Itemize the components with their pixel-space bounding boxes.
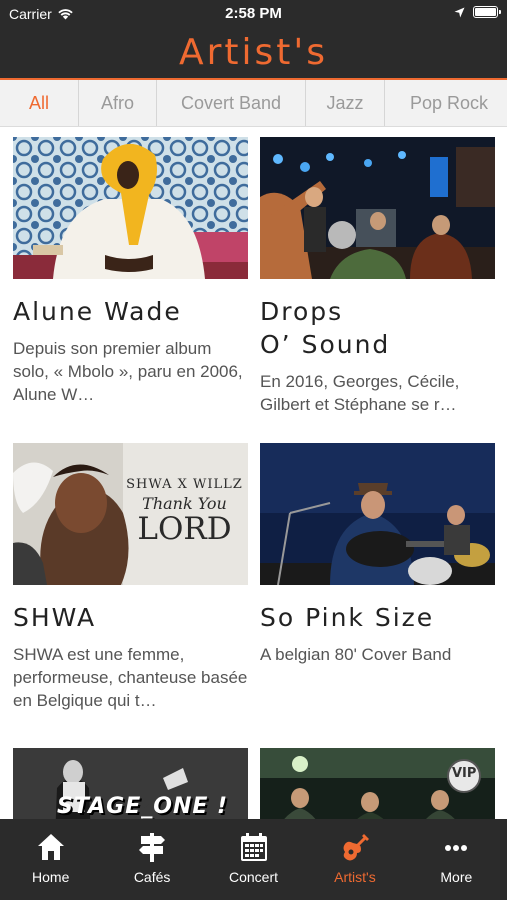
nav-home[interactable]: Home (0, 819, 101, 900)
artist-card-stage-one[interactable]: STAGE_ONE ! (13, 748, 248, 819)
nav-label: Concert (229, 869, 279, 885)
nav-label: Home (32, 869, 70, 885)
artist-description: SHWA est une femme, performeuse, chanteu… (13, 645, 248, 710)
artist-name: SHWA (13, 603, 97, 632)
tab-covert-band[interactable]: Covert Band (157, 80, 306, 126)
genre-filter-tabs: All Afro Covert Band Jazz Pop Rock (0, 78, 507, 127)
album-cover-artists: SHWA X WILLZ (126, 477, 243, 492)
location-arrow-icon (454, 7, 465, 17)
artist-photo: SHWA X WILLZ Thank You LORD (13, 443, 248, 585)
artist-photo (260, 443, 495, 585)
artist-description: Depuis son premier album solo, « Mbolo »… (13, 339, 243, 404)
artist-card-so-pink-size[interactable]: So Pink Size A belgian 80' Cover Band (260, 443, 495, 666)
tab-pop-rock[interactable]: Pop Rock (385, 80, 507, 126)
artist-description: A belgian 80' Cover Band (260, 645, 452, 664)
artist-card-drops-o-sound[interactable]: Drops O’ Sound En 2016, Georges, Cécile,… (260, 137, 495, 416)
guitar-icon (343, 834, 369, 861)
nav-label: Cafés (133, 869, 171, 885)
nav-label: Artist's (334, 869, 376, 885)
more-icon (445, 845, 468, 851)
nav-cafes[interactable]: Cafés (101, 819, 202, 900)
album-cover-title: SHWA X WILLZ Thank You LORD (121, 477, 248, 545)
tab-all[interactable]: All (0, 80, 79, 126)
nav-label: More (440, 869, 473, 885)
status-bar: Carrier 2:58 PM (0, 0, 507, 28)
artist-grid: Alune Wade Depuis son premier album solo… (0, 127, 507, 819)
home-icon (37, 834, 64, 860)
tab-afro[interactable]: Afro (79, 80, 157, 126)
nav-concert[interactable]: Concert (203, 819, 304, 900)
artist-card-vip[interactable]: VIP (260, 748, 495, 819)
vip-logo: VIP (452, 766, 477, 781)
artist-name: Drops O’ Sound (260, 297, 391, 359)
clock: 2:58 PM (225, 5, 282, 22)
nav-more[interactable]: More (406, 819, 507, 900)
signpost-icon (139, 833, 166, 862)
artist-photo: STAGE_ONE ! (13, 748, 248, 819)
album-cover-word: LORD (137, 511, 232, 547)
nav-artists[interactable]: Artist's (304, 819, 405, 900)
stage-one-logo: STAGE_ONE ! (57, 794, 229, 819)
calendar-icon (240, 833, 267, 861)
bottom-tab-bar: Home Cafés Concert Artist's More (0, 819, 507, 900)
artist-card-shwa[interactable]: SHWA X WILLZ Thank You LORD SHWA SHWA es… (13, 443, 248, 712)
app-header: Artist's (0, 28, 507, 78)
artist-photo: VIP (260, 748, 495, 819)
battery-icon (473, 6, 501, 18)
page-title: Artist's (178, 32, 329, 73)
tab-jazz[interactable]: Jazz (306, 80, 385, 126)
artist-card-alune-wade[interactable]: Alune Wade Depuis son premier album solo… (13, 137, 248, 406)
artist-photo (13, 137, 248, 279)
artist-description: En 2016, Georges, Cécile, Gilbert et Sté… (260, 372, 460, 414)
artist-name: So Pink Size (260, 603, 435, 632)
artist-photo (260, 137, 495, 279)
artist-name: Alune Wade (13, 297, 182, 326)
